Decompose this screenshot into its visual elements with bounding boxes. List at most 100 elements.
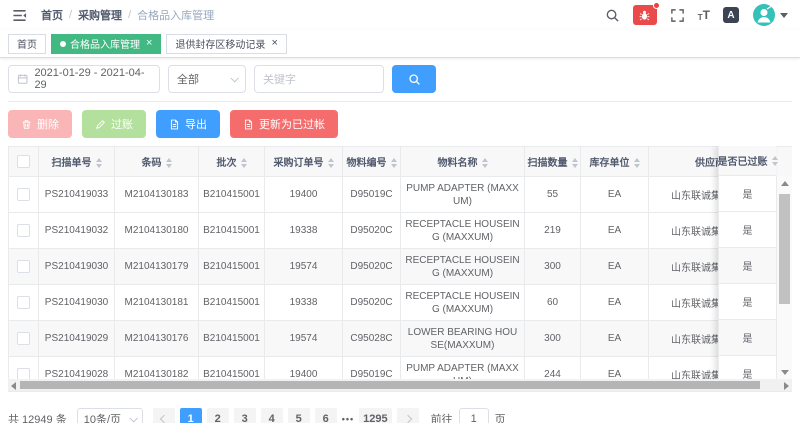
sort-caret-icon[interactable] [634,158,640,168]
header-scan-qty[interactable]: 扫描数量 [525,147,581,177]
sort-caret-icon[interactable] [241,158,247,168]
row-checkbox[interactable] [17,260,30,273]
breadcrumb-separator: / [69,9,72,21]
header-material-name[interactable]: 物料名称 [401,147,525,177]
navbar-actions: TT A [605,3,788,27]
sort-caret-icon[interactable] [96,158,102,168]
post-button[interactable]: 过账 [82,110,146,138]
tags-view-bar: 首页 合格品入库管理 × 退供封存区移动记录 × [0,30,800,58]
header-posted[interactable]: 是否已过账 [719,146,776,176]
cell-barcode: M2104130179 [115,249,199,285]
header-po-no[interactable]: 采购订单号 [265,147,343,177]
top-navbar: 首页 / 采购管理 / 合格品入库管理 TT A [0,0,800,30]
row-checkbox[interactable] [17,224,30,237]
page-button-3[interactable]: 3 [234,408,256,423]
tab-label: 首页 [17,36,37,51]
breadcrumb: 首页 / 采购管理 / 合格品入库管理 [41,7,214,23]
page-button-6[interactable]: 6 [315,408,337,423]
user-menu[interactable] [752,3,788,27]
cell-scan-qty: 60 [525,285,581,321]
goto-page-input[interactable] [459,408,489,423]
scroll-up-arrow-icon[interactable] [781,181,789,186]
fullscreen-icon[interactable] [670,8,685,23]
page-size-select[interactable]: 10条/页 [77,408,143,423]
table-row[interactable]: PS210419029 M2104130176 B210415001 19574… [9,321,793,357]
header-select-all[interactable] [9,147,39,177]
breadcrumb-purchase[interactable]: 采购管理 [78,7,122,23]
vertical-scrollbar[interactable] [776,176,792,380]
search-button[interactable] [392,65,436,93]
bug-report-button[interactable] [633,5,657,25]
cell-posted: 是 [719,212,776,248]
scroll-down-arrow-icon[interactable] [781,370,789,375]
hamburger-icon[interactable] [12,8,27,23]
sort-caret-icon[interactable] [572,158,578,168]
page-button-5[interactable]: 5 [288,408,310,423]
table-row[interactable]: PS210419032 M2104130180 B210415001 19338… [9,213,793,249]
main-content: 2021-01-29 - 2021-04-29 全部 关键字 删除 过账 [0,65,800,423]
sort-caret-icon[interactable] [391,158,397,168]
horizontal-scrollbar-thumb[interactable] [20,381,760,389]
page-button-1[interactable]: 1 [180,408,202,423]
button-label: 更新为已过帐 [259,116,325,132]
breadcrumb-current: 合格品入库管理 [137,7,214,23]
sort-caret-icon[interactable] [328,158,334,168]
header-stock-unit[interactable]: 库存单位 [581,147,649,177]
update-posted-button[interactable]: 更新为已过帐 [230,110,338,138]
tab-home[interactable]: 首页 [8,34,46,54]
header-barcode[interactable]: 条码 [115,147,199,177]
cell-scan-qty: 300 [525,321,581,357]
font-size-icon[interactable]: TT [698,8,710,22]
row-checkbox[interactable] [17,332,30,345]
cell-posted: 是 [719,248,776,284]
tab-qualified-inbound[interactable]: 合格品入库管理 × [51,34,161,54]
cell-material-name: LOWER BEARING HOUSE(MAXXUM) [401,321,525,357]
page-button-last[interactable]: 1295 [359,408,391,423]
sort-caret-icon[interactable] [166,158,172,168]
table-header-row: 扫描单号 条码 批次 采购订单号 物料编号 物料名称 扫描数量 库存单位 供应商 [9,147,793,177]
page-button-4[interactable]: 4 [261,408,283,423]
button-label: 导出 [185,116,207,132]
sort-caret-icon[interactable] [772,156,778,166]
scroll-left-arrow-icon[interactable] [11,382,16,390]
keyword-input[interactable]: 关键字 [254,65,384,93]
avatar[interactable] [752,3,776,27]
vertical-scrollbar-thumb[interactable] [779,194,790,304]
header-material-no[interactable]: 物料编号 [343,147,401,177]
document-icon [243,119,254,130]
delete-button[interactable]: 删除 [8,110,72,138]
select-all-checkbox[interactable] [17,155,30,168]
search-icon[interactable] [605,8,620,23]
next-page-button[interactable] [397,408,419,423]
export-button[interactable]: 导出 [156,110,220,138]
table-row[interactable]: PS210419030 M2104130179 B210415001 19574… [9,249,793,285]
more-pages-button[interactable]: ••• [342,414,354,423]
scroll-right-arrow-icon[interactable] [784,382,789,390]
app-window: 首页 / 采购管理 / 合格品入库管理 TT A [0,0,800,423]
trash-icon [21,119,32,130]
row-checkbox[interactable] [17,188,30,201]
date-range-picker[interactable]: 2021-01-29 - 2021-04-29 [8,65,160,93]
cell-material-name: RECEPTACLE HOUSEING (MAXXUM) [401,285,525,321]
sort-caret-icon[interactable] [482,158,488,168]
column-label: 库存单位 [590,158,630,169]
cell-stock-unit: EA [581,321,649,357]
tab-sealed-area-records[interactable]: 退供封存区移动记录 × [166,34,286,54]
breadcrumb-home[interactable]: 首页 [41,7,63,23]
row-checkbox[interactable] [17,296,30,309]
language-icon[interactable]: A [723,7,739,23]
page-button-2[interactable]: 2 [207,408,229,423]
horizontal-scrollbar[interactable] [8,379,792,391]
close-icon[interactable]: × [146,38,152,49]
header-batch[interactable]: 批次 [199,147,265,177]
header-scan-no[interactable]: 扫描单号 [39,147,115,177]
table-row[interactable]: PS210419033 M2104130183 B210415001 19400… [9,177,793,213]
close-icon[interactable]: × [271,38,277,49]
document-icon [169,119,180,130]
category-select[interactable]: 全部 [168,65,246,93]
date-range-value: 2021-01-29 - 2021-04-29 [34,67,151,91]
table-row[interactable]: PS210419030 M2104130181 B210415001 19338… [9,285,793,321]
cell-material-name: RECEPTACLE HOUSEING (MAXXUM) [401,249,525,285]
caret-down-icon [780,13,788,18]
prev-page-button[interactable] [153,408,175,423]
